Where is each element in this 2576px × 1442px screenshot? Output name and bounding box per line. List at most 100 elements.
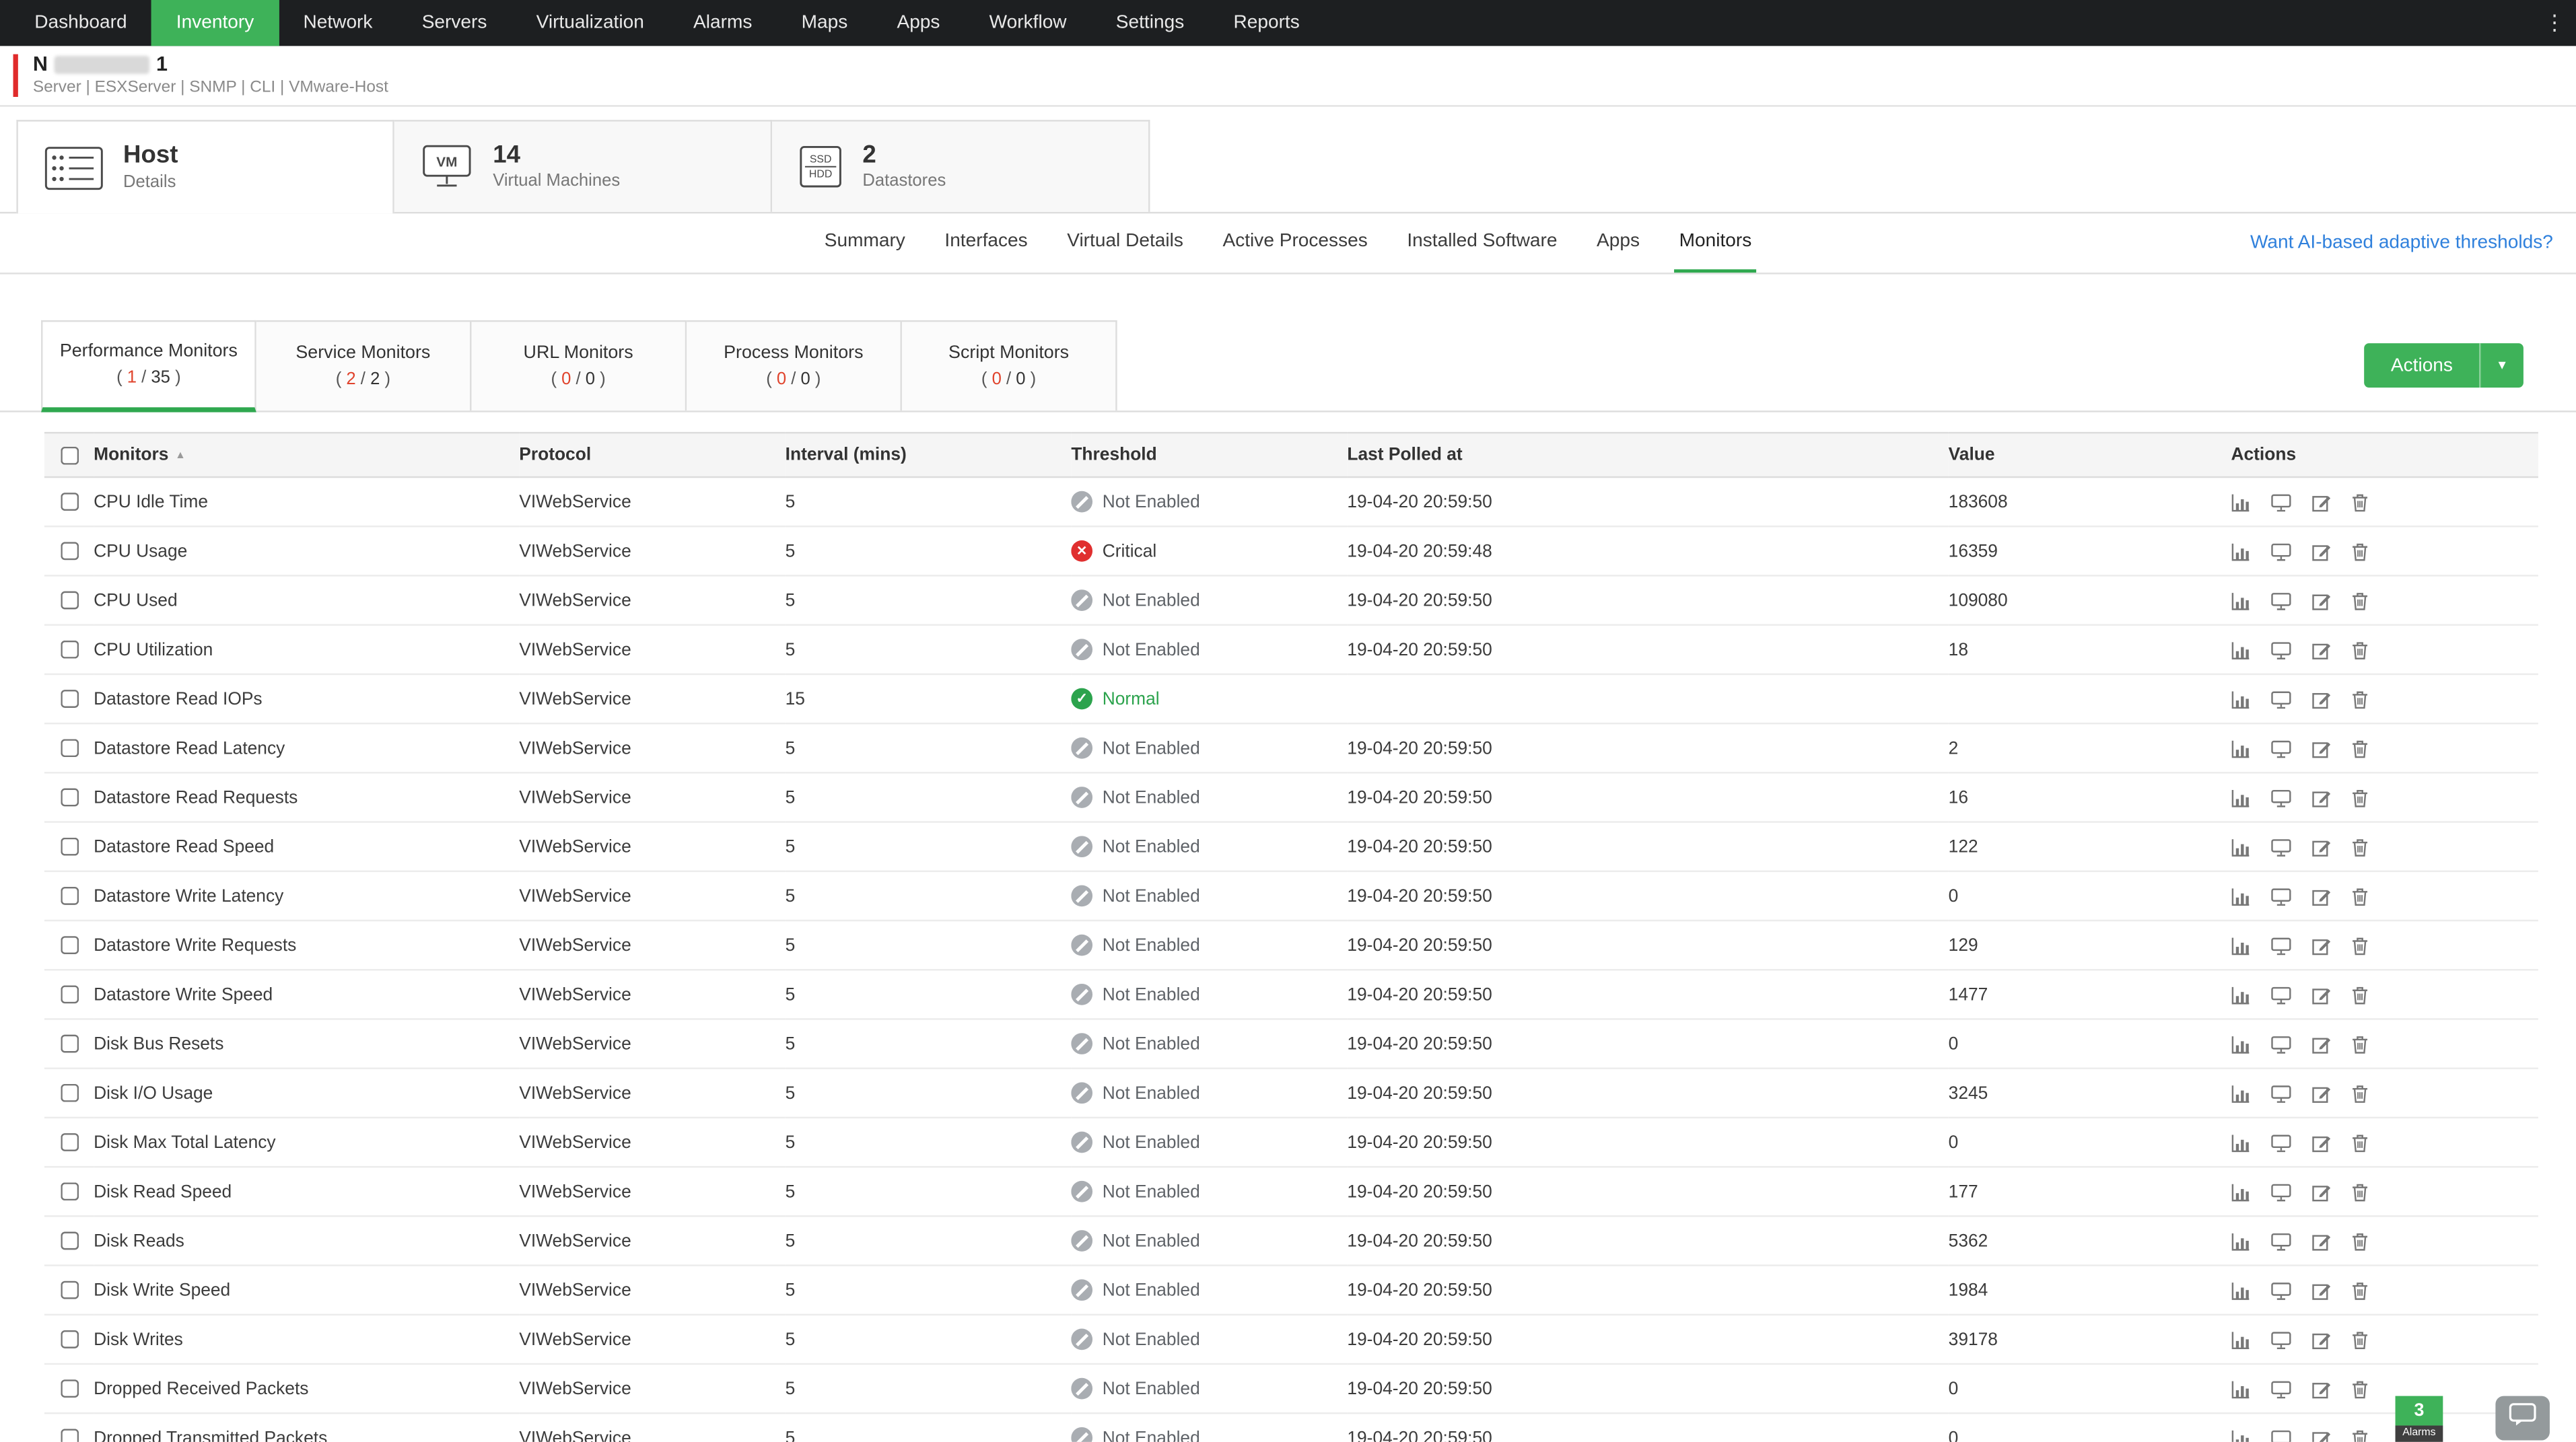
- actions-button-label[interactable]: Actions: [2365, 343, 2479, 388]
- edit-icon[interactable]: [2311, 640, 2331, 659]
- row-checkbox[interactable]: [60, 1330, 78, 1348]
- monitor-screen-icon[interactable]: [2270, 640, 2292, 659]
- row-checkbox[interactable]: [60, 838, 78, 856]
- nav-item[interactable]: Settings: [1091, 0, 1209, 46]
- nav-item[interactable]: Workflow: [965, 0, 1091, 46]
- delete-icon[interactable]: [2351, 640, 2369, 659]
- nav-item[interactable]: Maps: [777, 0, 872, 46]
- section-tab[interactable]: Virtual Details: [1062, 213, 1188, 273]
- delete-icon[interactable]: [2351, 1132, 2369, 1152]
- performance-graph-icon[interactable]: [2231, 541, 2250, 561]
- monitor-screen-icon[interactable]: [2270, 787, 2292, 807]
- performance-graph-icon[interactable]: [2231, 738, 2250, 758]
- row-checkbox[interactable]: [60, 542, 78, 561]
- row-checkbox[interactable]: [60, 591, 78, 610]
- delete-icon[interactable]: [2351, 1034, 2369, 1054]
- performance-graph-icon[interactable]: [2231, 1034, 2250, 1054]
- performance-graph-icon[interactable]: [2231, 1330, 2250, 1349]
- performance-graph-icon[interactable]: [2231, 1083, 2250, 1103]
- monitor-screen-icon[interactable]: [2270, 492, 2292, 511]
- edit-icon[interactable]: [2311, 689, 2331, 709]
- performance-graph-icon[interactable]: [2231, 935, 2250, 955]
- nav-item[interactable]: Network: [279, 0, 397, 46]
- edit-icon[interactable]: [2311, 1428, 2331, 1442]
- performance-graph-icon[interactable]: [2231, 1132, 2250, 1152]
- delete-icon[interactable]: [2351, 492, 2369, 511]
- monitor-type-tab[interactable]: Process Monitors ( 0 / 0 ): [687, 320, 902, 410]
- section-tab[interactable]: Installed Software: [1402, 213, 1562, 273]
- delete-icon[interactable]: [2351, 541, 2369, 561]
- performance-graph-icon[interactable]: [2231, 1379, 2250, 1398]
- monitor-screen-icon[interactable]: [2270, 1083, 2292, 1103]
- monitor-screen-icon[interactable]: [2270, 886, 2292, 906]
- delete-icon[interactable]: [2351, 1182, 2369, 1201]
- monitor-screen-icon[interactable]: [2270, 1182, 2292, 1201]
- edit-icon[interactable]: [2311, 1034, 2331, 1054]
- actions-split-button[interactable]: Actions ▾: [2365, 343, 2523, 388]
- column-monitors[interactable]: Monitors▲: [94, 433, 519, 477]
- delete-icon[interactable]: [2351, 689, 2369, 709]
- monitor-screen-icon[interactable]: [2270, 1281, 2292, 1300]
- row-checkbox[interactable]: [60, 690, 78, 708]
- nav-item[interactable]: Alarms: [668, 0, 777, 46]
- edit-icon[interactable]: [2311, 1182, 2331, 1201]
- row-checkbox[interactable]: [60, 1133, 78, 1151]
- section-tab[interactable]: Apps: [1592, 213, 1645, 273]
- nav-item[interactable]: Inventory: [151, 0, 279, 46]
- delete-icon[interactable]: [2351, 1379, 2369, 1398]
- monitor-screen-icon[interactable]: [2270, 689, 2292, 709]
- row-checkbox[interactable]: [60, 641, 78, 659]
- row-checkbox[interactable]: [60, 493, 78, 511]
- monitor-type-tab[interactable]: Performance Monitors ( 1 / 35 ): [41, 320, 256, 412]
- delete-icon[interactable]: [2351, 984, 2369, 1004]
- row-checkbox[interactable]: [60, 986, 78, 1004]
- row-checkbox[interactable]: [60, 1183, 78, 1201]
- edit-icon[interactable]: [2311, 738, 2331, 758]
- monitor-type-tab[interactable]: Service Monitors ( 2 / 2 ): [256, 320, 472, 410]
- section-tab[interactable]: Summary: [819, 213, 910, 273]
- edit-icon[interactable]: [2311, 1231, 2331, 1250]
- edit-icon[interactable]: [2311, 591, 2331, 610]
- alarms-widget[interactable]: 3 Alarms: [2396, 1396, 2443, 1442]
- row-checkbox[interactable]: [60, 937, 78, 955]
- delete-icon[interactable]: [2351, 1281, 2369, 1300]
- delete-icon[interactable]: [2351, 1231, 2369, 1250]
- select-all-checkbox[interactable]: [60, 446, 78, 464]
- delete-icon[interactable]: [2351, 935, 2369, 955]
- performance-graph-icon[interactable]: [2231, 1428, 2250, 1442]
- performance-graph-icon[interactable]: [2231, 1231, 2250, 1250]
- monitor-screen-icon[interactable]: [2270, 1330, 2292, 1349]
- performance-graph-icon[interactable]: [2231, 1182, 2250, 1201]
- row-checkbox[interactable]: [60, 887, 78, 905]
- row-checkbox[interactable]: [60, 1380, 78, 1398]
- edit-icon[interactable]: [2311, 1379, 2331, 1398]
- ai-thresholds-link[interactable]: Want AI-based adaptive thresholds?: [2250, 213, 2553, 273]
- edit-icon[interactable]: [2311, 837, 2331, 857]
- edit-icon[interactable]: [2311, 492, 2331, 511]
- edit-icon[interactable]: [2311, 1132, 2331, 1152]
- performance-graph-icon[interactable]: [2231, 492, 2250, 511]
- delete-icon[interactable]: [2351, 591, 2369, 610]
- edit-icon[interactable]: [2311, 787, 2331, 807]
- actions-caret-icon[interactable]: ▾: [2479, 343, 2523, 388]
- monitor-screen-icon[interactable]: [2270, 1428, 2292, 1442]
- monitor-type-tab[interactable]: Script Monitors ( 0 / 0 ): [902, 320, 1117, 410]
- monitor-screen-icon[interactable]: [2270, 738, 2292, 758]
- tab-datastores[interactable]: SSD HDD 2 Datastores: [772, 120, 1150, 212]
- monitor-screen-icon[interactable]: [2270, 1034, 2292, 1054]
- row-checkbox[interactable]: [60, 740, 78, 758]
- row-checkbox[interactable]: [60, 1429, 78, 1442]
- monitor-screen-icon[interactable]: [2270, 1132, 2292, 1152]
- delete-icon[interactable]: [2351, 738, 2369, 758]
- performance-graph-icon[interactable]: [2231, 640, 2250, 659]
- overflow-menu-icon[interactable]: ⋮: [2534, 0, 2576, 46]
- monitor-screen-icon[interactable]: [2270, 541, 2292, 561]
- performance-graph-icon[interactable]: [2231, 886, 2250, 906]
- performance-graph-icon[interactable]: [2231, 1281, 2250, 1300]
- edit-icon[interactable]: [2311, 1281, 2331, 1300]
- edit-icon[interactable]: [2311, 541, 2331, 561]
- monitor-screen-icon[interactable]: [2270, 1379, 2292, 1398]
- row-checkbox[interactable]: [60, 1232, 78, 1250]
- performance-graph-icon[interactable]: [2231, 984, 2250, 1004]
- edit-icon[interactable]: [2311, 886, 2331, 906]
